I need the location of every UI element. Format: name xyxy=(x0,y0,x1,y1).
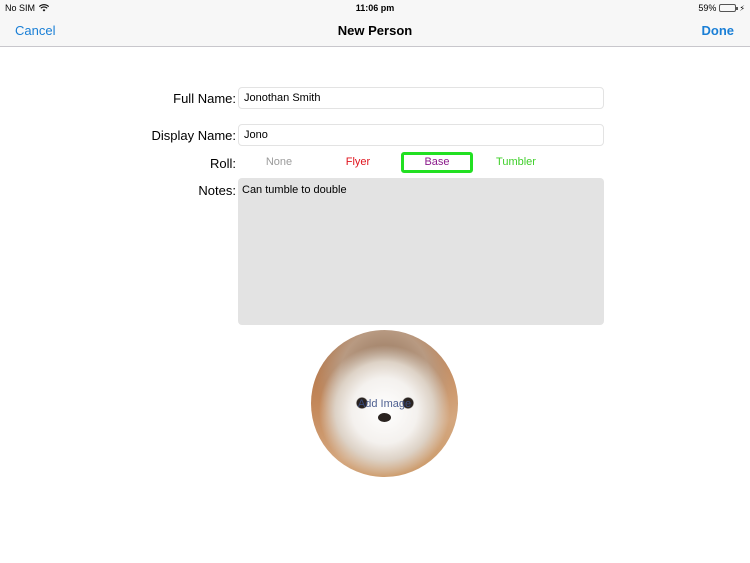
notes-textarea[interactable]: Can tumble to double xyxy=(238,178,604,325)
page-title: New Person xyxy=(337,23,413,38)
notes-label: Notes: xyxy=(198,183,236,198)
done-button[interactable]: Done xyxy=(702,23,735,38)
roll-option-tumbler[interactable]: Tumbler xyxy=(480,152,552,173)
roll-label: Roll: xyxy=(209,156,236,171)
battery-percent: 59% xyxy=(698,3,717,13)
add-image-label: Add Image xyxy=(357,398,412,410)
navigation-bar: Cancel New Person Done xyxy=(0,16,750,47)
add-image-button[interactable]: Add Image xyxy=(311,330,458,477)
charging-bolt-icon: ⚡ xyxy=(739,3,745,13)
battery-icon xyxy=(719,4,739,12)
display-name-field[interactable]: Jono xyxy=(238,124,604,146)
roll-option-base[interactable]: Base xyxy=(401,152,473,173)
photo-puppy-nose xyxy=(378,413,391,422)
full-name-field[interactable]: Jonothan Smith xyxy=(238,87,604,109)
roll-option-flyer[interactable]: Flyer xyxy=(322,152,394,173)
display-name-label: Display Name: xyxy=(151,128,236,143)
status-time: 11:06 pm xyxy=(355,3,395,13)
roll-option-none[interactable]: None xyxy=(243,152,315,173)
status-bar: No SIM 11:06 pm 59% ⚡ xyxy=(0,0,750,16)
full-name-label: Full Name: xyxy=(173,91,236,106)
status-right: 59% ⚡ xyxy=(698,3,745,13)
